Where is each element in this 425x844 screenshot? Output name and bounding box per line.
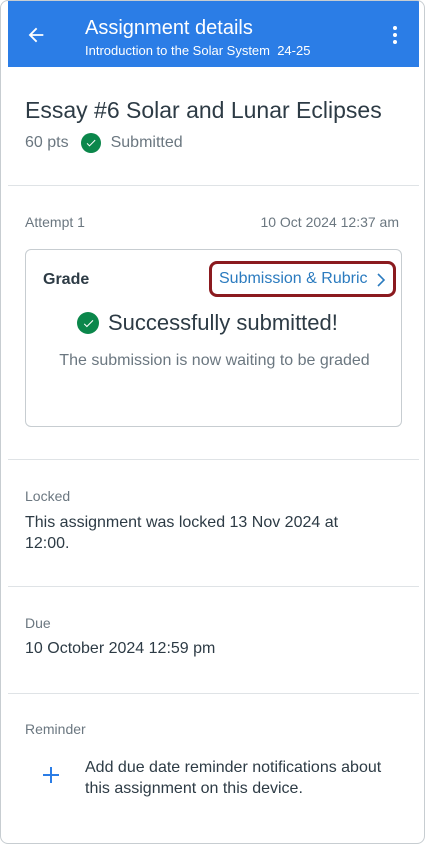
check-circle-icon	[80, 133, 101, 153]
app-bar-titles: Assignment details Introduction to the S…	[85, 16, 310, 59]
app-bar-title: Assignment details	[85, 17, 253, 39]
divider	[8, 459, 419, 460]
app-window: Assignment details Introduction to the S…	[0, 0, 425, 844]
grade-label: Grade	[43, 271, 90, 288]
due-date: 10 October 2024 12:59 pm	[25, 640, 216, 657]
divider	[8, 586, 419, 587]
check-circle-icon	[77, 312, 99, 334]
success-message: Successfully submitted!	[77, 310, 338, 336]
submission-status: Submitted	[110, 134, 183, 151]
points: 60 pts	[25, 134, 69, 151]
more-options-button[interactable]	[383, 23, 407, 47]
grade-card: Grade Submission & Rubric Successfully s…	[25, 249, 402, 427]
app-bar: Assignment details Introduction to the S…	[8, 1, 419, 67]
divider	[8, 693, 419, 694]
add-reminder-text[interactable]: Add due date reminder notifications abou…	[85, 757, 385, 799]
success-text: Successfully submitted!	[108, 310, 338, 335]
locked-text: This assignment was locked 13 Nov 2024 a…	[25, 514, 339, 552]
submission-rubric-label: Submission & Rubric	[219, 270, 368, 287]
app-bar-subtitle: Introduction to the Solar System 24-25	[85, 43, 311, 58]
divider	[8, 185, 419, 186]
plus-icon[interactable]	[42, 766, 60, 784]
more-vertical-icon	[393, 26, 397, 30]
locked-label: Locked	[25, 488, 71, 504]
assignment-meta: 60 pts Submitted	[25, 132, 183, 154]
chevron-right-icon	[377, 273, 386, 287]
back-button[interactable]	[22, 21, 50, 49]
due-label: Due	[25, 615, 51, 631]
arrow-left-icon	[28, 27, 44, 43]
submission-rubric-link[interactable]: Submission & Rubric	[209, 261, 396, 297]
assignment-title: Essay #6 Solar and Lunar Eclipses	[25, 97, 382, 123]
attempt-label[interactable]: Attempt 1	[25, 214, 85, 230]
attempt-date: 10 Oct 2024 12:37 am	[260, 214, 399, 230]
reminder-label: Reminder	[25, 721, 86, 737]
waiting-text: The submission is now waiting to be grad…	[59, 352, 370, 369]
